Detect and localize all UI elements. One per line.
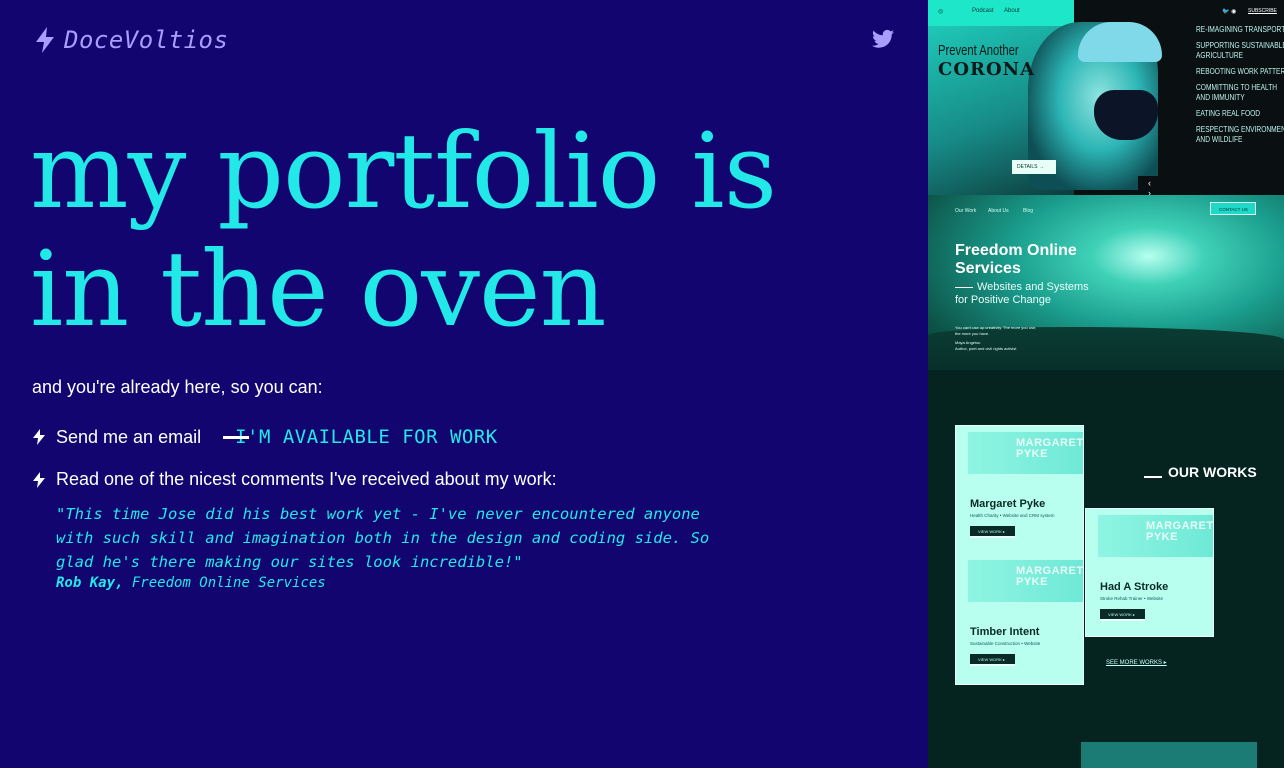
email-action: Send me an email I'M AVAILABLE FOR WORK — [32, 426, 498, 448]
lightning-bolt-icon — [33, 429, 45, 445]
freedom-title: Freedom Online Services — [955, 242, 1077, 278]
work-card-margaret-pyke[interactable]: MARGARET PYKE Margaret Pyke Health Chari… — [955, 425, 1084, 685]
corona-site-preview[interactable]: ◎ Podcast About Prevent Another CORONA D… — [928, 0, 1284, 195]
corona-title-b: CORONA — [938, 59, 1036, 80]
portfolio-preview-panel: ◎ Podcast About Prevent Another CORONA D… — [928, 0, 1284, 768]
corona-topic-list: Re-Imagining Transport Supporting Sustai… — [1196, 24, 1284, 150]
lightning-bolt-icon — [33, 471, 45, 488]
work-thumb-label: MARGARET PYKE — [1146, 520, 1214, 543]
corona-title: Prevent Another CORONA — [938, 42, 1046, 80]
freedom-nav-item: Blog — [1023, 208, 1034, 214]
available-text: I'M AVAILABLE FOR WORK — [235, 426, 498, 448]
freedom-quote: You can't use up creativity. The more yo… — [955, 325, 1036, 352]
comment-action: Read one of the nicest comments I've rec… — [32, 469, 557, 490]
intro-text: and you're already here, so you can: — [32, 377, 323, 397]
freedom-site-preview[interactable]: Our Work About Us Blog CONTACT US Freedo… — [928, 195, 1284, 370]
email-link[interactable]: Send me an email — [56, 427, 201, 448]
corona-topic: Committing to Health — [1196, 82, 1278, 92]
our-works-preview: MARGARET PYKE Margaret Pyke Health Chari… — [928, 370, 1284, 768]
corona-details-button: DETAILS → — [1012, 160, 1056, 174]
work-meta: Health Charity • Website and CRM system — [970, 513, 1055, 518]
work-title: Margaret Pyke — [970, 498, 1046, 510]
see-more-works-link[interactable]: SEE MORE WORKS ▸ — [1106, 659, 1167, 666]
work-meta: Stroke Rehab Trainer • Website — [1100, 596, 1164, 601]
freedom-title-1: Freedom Online — [955, 242, 1077, 259]
work-card-had-a-stroke[interactable]: MARGARET PYKE Had A Stroke Stroke Rehab … — [1085, 508, 1214, 637]
testimonial-cite: Rob Kay, Freedom Online Services — [56, 575, 326, 591]
freedom-quote-4: Author, poet and civil rights activist — [955, 346, 1017, 351]
corona-illustration-mask — [1094, 90, 1158, 140]
corona-nav-about: About — [1004, 8, 1020, 14]
freedom-sub-2: for Positive Change — [955, 294, 1051, 306]
our-works-label: OUR WORKS — [1168, 464, 1257, 480]
corona-social-icons: 🐦 ◉ — [1222, 9, 1237, 15]
corona-topic: Supporting Sustainable — [1196, 40, 1284, 50]
work-meta: Sustainable Construction • Website — [970, 641, 1041, 646]
corona-topic: Eating Real Food — [1196, 108, 1261, 118]
freedom-quote-2: the more you have. — [955, 331, 990, 336]
available-for-work-link[interactable]: I'M AVAILABLE FOR WORK — [223, 426, 498, 448]
hero-headline: my portfolio is in the oven — [30, 110, 777, 350]
freedom-nav-item: About Us — [988, 208, 1009, 214]
hero-line-1: my portfolio is — [30, 110, 777, 232]
corona-topic: and Immunity — [1196, 92, 1245, 102]
view-work-button: VIEW WORK ▸ — [970, 526, 1015, 538]
corona-title-a: Prevent Another — [938, 42, 1019, 59]
corona-illustration-cap — [1078, 22, 1162, 62]
logo-text: DoceVoltios — [64, 26, 229, 54]
corona-carousel-arrows: ‹ › — [1138, 176, 1184, 195]
corona-topic: Respecting Environment — [1196, 124, 1284, 134]
freedom-sub-1: Websites and Systems — [977, 281, 1089, 293]
work-title: Had A Stroke — [1100, 581, 1169, 593]
hero-line-2: in the oven — [30, 228, 607, 350]
logo[interactable]: DoceVoltios — [34, 26, 228, 54]
corona-topic: and Wildlife — [1196, 134, 1243, 144]
corona-nav-podcast: Podcast — [972, 8, 994, 14]
testimonial-quote: "This time Jose did his best work yet - … — [56, 505, 710, 571]
footer-block — [1081, 742, 1257, 768]
left-panel: DoceVoltios my portfolio is in the oven … — [0, 0, 928, 768]
testimonial-author: Rob Kay, — [56, 575, 124, 591]
work-title: Timber Intent — [970, 626, 1040, 638]
dash-decoration — [223, 435, 250, 439]
corona-subscribe: SUBSCRIBE — [1248, 8, 1277, 14]
comment-label: Read one of the nicest comments I've rec… — [56, 469, 557, 489]
freedom-subtitle: Websites and Systems for Positive Change — [955, 281, 1089, 307]
corona-logo-icon: ◎ — [938, 9, 944, 15]
corona-topic: Agriculture — [1196, 50, 1244, 60]
corona-topbar — [928, 0, 1074, 26]
work-thumb-label: MARGARET PYKE — [1016, 437, 1084, 460]
corona-topic: Rebooting Work Patterns — [1196, 66, 1284, 76]
freedom-nav-item: Our Work — [955, 208, 977, 214]
corona-topic: Re-Imagining Transport — [1196, 24, 1284, 34]
dash-decoration — [1144, 476, 1162, 478]
view-work-button: VIEW WORK ▸ — [1100, 609, 1145, 621]
twitter-icon[interactable] — [872, 29, 894, 49]
freedom-contact-button: CONTACT US — [1210, 202, 1256, 215]
work-thumb-label: MARGARET PYKE — [1016, 565, 1084, 588]
view-work-button: VIEW WORK ▸ — [970, 654, 1015, 666]
our-works-heading: OUR WORKS — [1144, 464, 1257, 480]
testimonial-company: Freedom Online Services — [131, 575, 326, 591]
lightning-bolt-icon — [36, 27, 54, 53]
freedom-title-2: Services — [955, 260, 1021, 277]
